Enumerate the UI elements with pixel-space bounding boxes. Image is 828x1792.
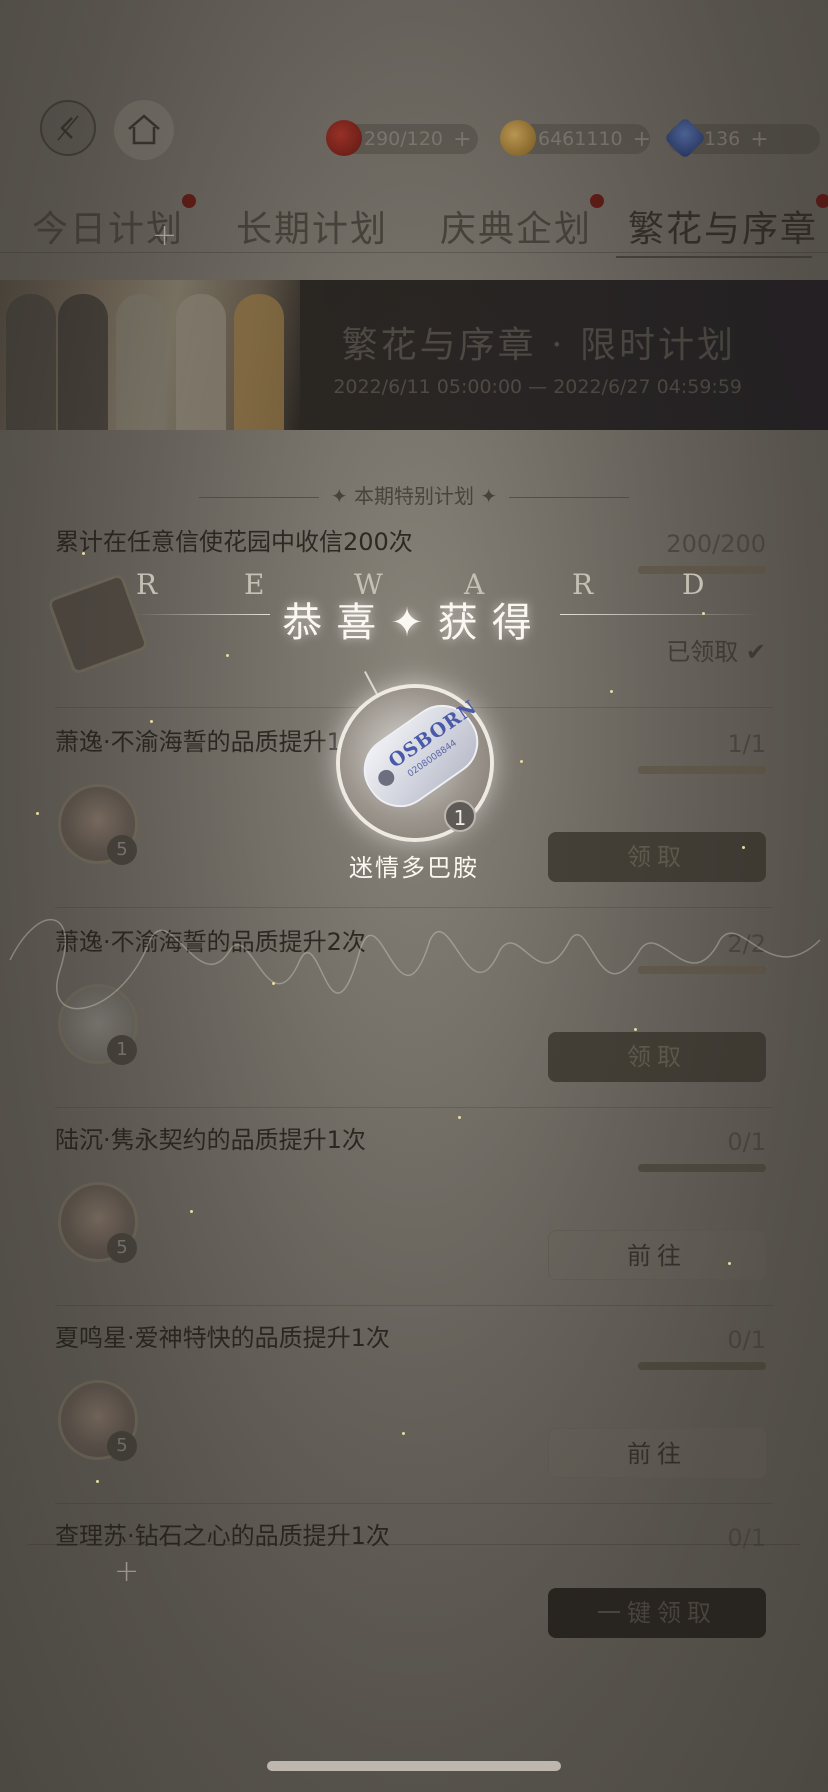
- dog-tag-icon: OSBORN 0208008844: [350, 691, 492, 821]
- reward-count: 5: [107, 1431, 137, 1461]
- sparkle: [728, 1262, 731, 1265]
- row-divider: [55, 1107, 773, 1108]
- tab-label: 庆典企划: [440, 209, 593, 250]
- coin-icon: [500, 120, 536, 156]
- notification-dot: [590, 194, 605, 208]
- plus-decoration: +: [114, 1554, 140, 1589]
- character-figure: [116, 294, 166, 430]
- progress-fill: [638, 766, 766, 774]
- back-button[interactable]: [40, 100, 96, 156]
- one-key-claim-button[interactable]: 一键领取: [548, 1588, 766, 1638]
- event-banner: 繁花与序章 · 限时计划 2022/6/11 05:00:00 — 2022/6…: [0, 280, 828, 430]
- item-name: 迷情多巴胺: [349, 854, 479, 882]
- resource-gem: 136 +: [663, 116, 820, 160]
- task-progress: 0/1: [727, 1524, 766, 1552]
- banner-character-art: [0, 280, 300, 430]
- sparkle: [150, 720, 153, 723]
- task-row: 查理苏·钻石之心的品质提升1次 0/1: [0, 1516, 828, 1556]
- add-coin-button[interactable]: +: [633, 127, 651, 152]
- sparkle: [82, 552, 85, 555]
- back-icon: [57, 115, 79, 141]
- sparkle: [226, 654, 229, 657]
- task-title: 夏鸣星·爱神特快的品质提升1次: [55, 1324, 390, 1352]
- home-button[interactable]: [114, 100, 174, 160]
- progress-bar: [638, 766, 766, 774]
- section-label: ✦ 本期特别计划 ✦: [0, 480, 828, 509]
- resource-coin: 6461110 +: [500, 120, 651, 156]
- plus-decoration: +: [152, 218, 178, 253]
- tab-divider: [0, 252, 828, 253]
- sparkle: [96, 1480, 99, 1483]
- progress-bar: [638, 1164, 766, 1172]
- go-button[interactable]: 前往: [548, 1428, 766, 1478]
- add-energy-button[interactable]: +: [453, 127, 471, 152]
- home-icon: [128, 114, 160, 145]
- tab-bar: 今日计划 长期计划 庆典企划 繁花与序章: [0, 194, 828, 264]
- sparkle: [36, 812, 39, 815]
- sparkle: [458, 1116, 461, 1119]
- row-divider: [55, 1503, 773, 1504]
- footer-divider: [28, 1544, 800, 1545]
- sparkle: [520, 760, 523, 763]
- item-count-badge: 1: [444, 800, 476, 832]
- task-row: 陆沉·隽永契约的品质提升1次 0/1 5 前往: [0, 1120, 828, 1316]
- sparkle: [190, 1210, 193, 1213]
- task-row: 夏鸣星·爱神特快的品质提升1次 0/1 5 前往: [0, 1318, 828, 1514]
- reward-item[interactable]: 5: [58, 1182, 138, 1263]
- sparkle: [272, 982, 275, 985]
- gem-icon: [663, 116, 707, 160]
- character-figure: [6, 294, 56, 430]
- task-progress: 0/1: [727, 1128, 766, 1156]
- banner-title: 繁花与序章 · 限时计划: [341, 325, 736, 366]
- tag-hole: [375, 766, 398, 790]
- tab-celebration-plan[interactable]: 庆典企划: [440, 194, 605, 252]
- sparkle: [402, 1432, 405, 1435]
- energy-value: 290/120: [364, 128, 443, 150]
- task-title: 萧逸·不渝海誓的品质提升1次: [55, 728, 366, 756]
- task-title: 陆沉·隽永契约的品质提升1次: [55, 1126, 366, 1154]
- tab-label: 繁花与序章: [628, 209, 819, 250]
- task-title: 查理苏·钻石之心的品质提升1次: [55, 1522, 390, 1550]
- reward-item[interactable]: 5: [58, 1380, 138, 1461]
- apple-icon: [326, 120, 362, 156]
- task-progress: 1/1: [727, 730, 766, 758]
- congrats-title: 恭喜✦获得: [282, 600, 546, 646]
- divider: [198, 497, 319, 498]
- add-gem-button[interactable]: +: [750, 127, 768, 152]
- task-progress: 200/200: [666, 530, 766, 558]
- divider: [509, 497, 630, 498]
- tab-long-term-plan[interactable]: 长期计划: [236, 200, 388, 252]
- tab-flowers-prelude[interactable]: 繁花与序章: [628, 194, 828, 252]
- home-indicator[interactable]: [267, 1761, 561, 1771]
- sparkle: [610, 690, 613, 693]
- sparkle: [634, 1028, 637, 1031]
- sparkle: [742, 846, 745, 849]
- go-button[interactable]: 前往: [548, 1230, 766, 1280]
- notification-dot: [182, 194, 197, 208]
- tab-label: 长期计划: [236, 209, 389, 250]
- banner-date: 2022/6/11 05:00:00 — 2022/6/27 04:59:59: [333, 376, 742, 398]
- reward-count: 5: [107, 1233, 137, 1263]
- resource-energy: 290/120 +: [326, 120, 478, 156]
- active-tab-indicator: [616, 256, 812, 258]
- task-title: 累计在任意信使花园中收信200次: [55, 528, 413, 556]
- congratulations-script-decoration: [9, 919, 821, 1010]
- progress-bar: [638, 1362, 766, 1370]
- row-divider: [55, 1305, 773, 1306]
- section-label-text: 本期特别计划: [354, 484, 474, 508]
- gem-value: 136: [704, 128, 741, 150]
- task-progress: 0/1: [727, 1326, 766, 1354]
- coin-value: 6461110: [538, 128, 623, 150]
- top-bar: 290/120 + 6461110 + 136 +: [0, 88, 828, 168]
- sparkle: [702, 612, 705, 615]
- character-figure: [58, 294, 108, 430]
- notification-dot: [816, 194, 828, 208]
- character-figure: [234, 294, 284, 430]
- character-figure: [176, 294, 226, 430]
